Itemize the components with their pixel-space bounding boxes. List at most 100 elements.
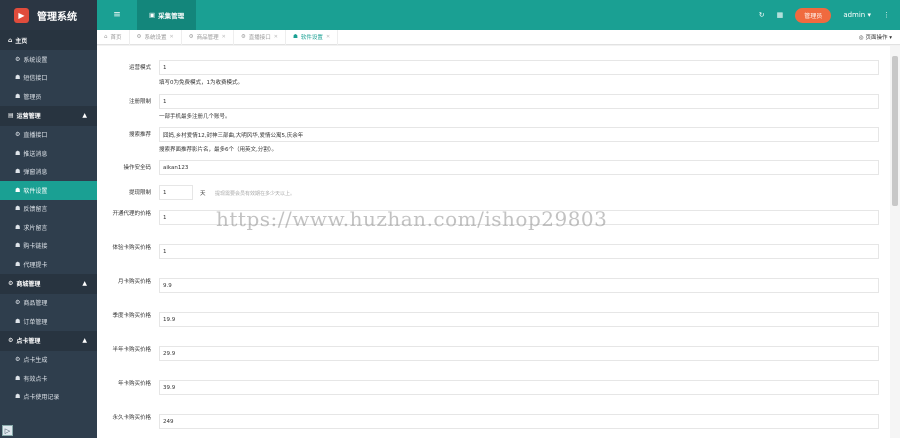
field-label: 注册限制 [128, 99, 151, 105]
quarter-price-input[interactable]: 19.9 [159, 312, 879, 327]
sidebar-section-home[interactable]: ⌂ 主页 [0, 30, 97, 50]
sidebar-item-software-settings[interactable]: ☗ 软件设置 [0, 181, 97, 200]
sidebar-section-operations[interactable]: ▤ 运营管理 ▲ [0, 105, 97, 126]
field-hint: 提现需要会员有效期在多少天以上。 [215, 191, 296, 197]
group-icon: ☗ [15, 260, 21, 268]
tab-label: 首页 [110, 35, 122, 41]
sidebar-item-label: 系统设置 [23, 56, 48, 64]
sidebar-item-label: 推送消息 [23, 150, 48, 158]
sidebar-item-popup-messages[interactable]: ☗ 弹窗消息 [0, 163, 97, 182]
halfyear-price-input[interactable]: 29.9 [159, 346, 879, 361]
app-title: 管理系统 [37, 11, 77, 23]
trial-price-input[interactable]: 1 [159, 244, 879, 259]
tab-system-settings[interactable]: ⚙ 系统设置 ✕ [130, 29, 182, 45]
withdraw-limit-input[interactable]: 1 [159, 185, 193, 200]
sidebar-item-products[interactable]: ⚙ 商品管理 [0, 294, 97, 313]
sidebar-item-card-usage[interactable]: ☗ 点卡使用记录 [0, 388, 97, 407]
tab-label: 软件设置 [300, 35, 323, 41]
sidebar-item-admins[interactable]: ☗ 管理员 [0, 87, 97, 106]
user-menu[interactable]: admin ▾ [843, 11, 871, 19]
sidebar-section-cards[interactable]: ⚙ 点卡管理 ▲ [0, 330, 97, 351]
top-bar: ≡ ▣ 采集管理 ↻ ▦ 管理员 admin ▾ ⋮ [97, 0, 900, 30]
gears-icon: ⚙ [15, 356, 21, 364]
group-icon: ☗ [15, 186, 21, 194]
sidebar-item-label: 管理员 [23, 93, 42, 101]
tab-label: 商品管理 [196, 35, 219, 41]
sidebar-item-label: 直播接口 [23, 132, 48, 140]
field-label: 月卡购买价格 [117, 279, 151, 285]
field-label: 开通代理的价格 [112, 211, 151, 217]
gears-icon: ⚙ [8, 280, 14, 287]
sidebar-item-system-settings[interactable]: ⚙ 系统设置 [0, 50, 97, 69]
gears-icon: ⚙ [15, 55, 21, 63]
search-recommend-input[interactable]: 囧妈,乡村爱情12,封神三部曲,大明风华,爱情公寓5,庆余年 [159, 127, 879, 142]
close-icon[interactable]: ✕ [222, 34, 226, 40]
field-hint: 一部手机最多注册几个账号。 [159, 114, 231, 120]
sidebar-item-card-generate[interactable]: ⚙ 点卡生成 [0, 351, 97, 370]
section-label: 运营管理 [16, 113, 41, 120]
expand-icon[interactable]: ▷ [2, 425, 13, 436]
username: admin [843, 11, 866, 19]
sidebar-item-label: 代理提卡 [23, 261, 48, 269]
home-icon: ⌂ [104, 34, 108, 40]
section-label: 商城管理 [16, 281, 41, 288]
mode-input[interactable]: 1 [159, 60, 879, 75]
menu-toggle-icon[interactable]: ≡ [97, 10, 137, 20]
chevron-up-icon: ▲ [82, 337, 87, 344]
lifetime-price-input[interactable]: 249 [159, 414, 879, 429]
gears-icon: ⚙ [8, 337, 14, 344]
app-logo[interactable]: ▶ 管理系统 [0, 0, 97, 30]
field-label: 搜索推荐 [128, 132, 151, 138]
register-limit-input[interactable]: 1 [159, 94, 879, 109]
gears-icon: ⚙ [188, 34, 194, 40]
play-logo-icon: ▶ [14, 7, 29, 23]
sidebar-item-sms-api[interactable]: ☗ 短信接口 [0, 69, 97, 88]
chevron-up-icon: ▲ [82, 112, 87, 119]
scrollbar[interactable] [890, 46, 900, 438]
grid-icon[interactable]: ▦ [777, 11, 784, 19]
field-label: 季度卡购买价格 [112, 313, 151, 319]
sidebar-item-live-api[interactable]: ⚙ 直播接口 [0, 126, 97, 145]
sidebar-item-card-links[interactable]: ☗ 购卡链接 [0, 237, 97, 256]
tab-products[interactable]: ⚙ 商品管理 ✕ [182, 29, 234, 45]
sidebar-item-feedback[interactable]: ☗ 反馈留言 [0, 200, 97, 219]
year-price-input[interactable]: 39.9 [159, 380, 879, 395]
sidebar-item-push-messages[interactable]: ☗ 推送消息 [0, 144, 97, 163]
settings-form: 运营模式 1 填写0为免费模式，1为收费模式。 注册限制 1 一部手机最多注册几… [97, 46, 890, 438]
sidebar-item-label: 购卡链接 [23, 243, 48, 251]
gears-icon: ⚙ [15, 299, 21, 307]
tab-software-settings[interactable]: ☗ 软件设置 ✕ [286, 29, 339, 45]
refresh-icon[interactable]: ↻ [759, 11, 765, 19]
security-code-input[interactable]: aikan123 [159, 160, 879, 175]
group-icon: ☗ [15, 317, 21, 325]
field-label: 半年卡购买价格 [112, 347, 151, 353]
month-price-input[interactable]: 9.9 [159, 278, 879, 293]
close-icon[interactable]: ✕ [326, 34, 330, 40]
top-tab-label: 采集管理 [158, 12, 185, 20]
role-button[interactable]: 管理员 [795, 7, 832, 23]
group-icon: ☗ [15, 149, 21, 157]
tab-live-api[interactable]: ⚙ 直播接口 ✕ [234, 29, 286, 45]
tab-home[interactable]: ⌂ 首页 [97, 29, 130, 45]
sidebar-item-agent-cards[interactable]: ☗ 代理提卡 [0, 255, 97, 274]
gears-icon: ⚙ [136, 34, 142, 40]
more-vertical-icon[interactable]: ⋮ [883, 11, 890, 19]
sidebar-item-label: 求片留言 [23, 224, 48, 232]
sidebar-item-movie-requests[interactable]: ☗ 求片留言 [0, 218, 97, 237]
field-hint: 填写0为免费模式，1为收费模式。 [159, 80, 243, 86]
top-tab-collection[interactable]: ▣ 采集管理 [137, 0, 197, 30]
page-ops-menu[interactable]: ◎ 页面操作 ▾ [859, 33, 900, 41]
caret-down-icon: ▾ [889, 35, 892, 41]
chevron-up-icon: ▲ [82, 280, 87, 287]
sidebar-item-label: 点卡使用记录 [23, 394, 60, 402]
caret-down-icon: ▾ [867, 11, 871, 19]
close-icon[interactable]: ✕ [169, 34, 173, 40]
sidebar-section-shop[interactable]: ⚙ 商城管理 ▲ [0, 273, 97, 294]
field-label: 提现限制 [128, 190, 151, 196]
close-icon[interactable]: ✕ [274, 34, 278, 40]
scrollbar-thumb[interactable] [892, 56, 898, 206]
sidebar-item-label: 软件设置 [23, 187, 48, 195]
sidebar-item-valid-cards[interactable]: ☗ 有效点卡 [0, 369, 97, 388]
sidebar-item-orders[interactable]: ☗ 订单管理 [0, 312, 97, 331]
field-label: 操作安全码 [123, 165, 151, 171]
